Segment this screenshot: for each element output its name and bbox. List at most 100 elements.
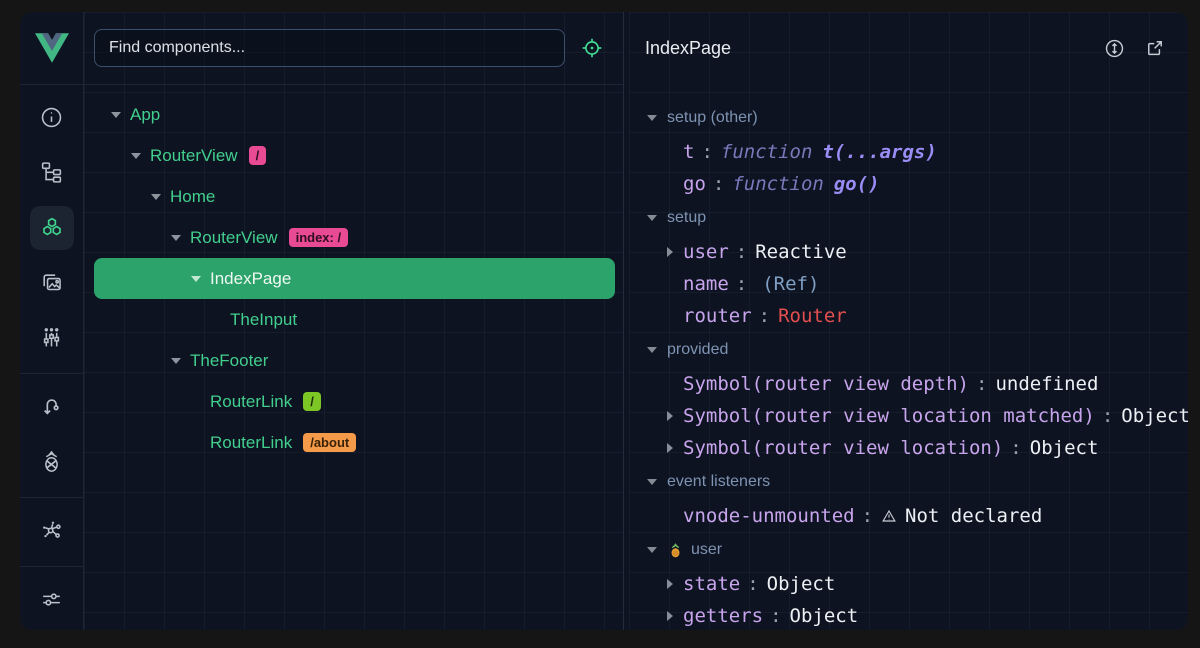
tree-item-routerview-1[interactable]: RouterView/	[94, 135, 615, 176]
tree-item-home-2[interactable]: Home	[94, 176, 615, 217]
component-tree-pane: AppRouterView/Home RouterView index: / Inde…	[84, 12, 624, 630]
tree-item-theinput-5[interactable]: TheInput	[94, 299, 615, 340]
section-header-1[interactable]: setup	[629, 200, 1188, 236]
expand-toggle-icon[interactable]	[131, 153, 141, 159]
rail-groups	[20, 85, 83, 630]
key-value-separator: :	[736, 273, 747, 295]
key-value-separator: :	[736, 241, 747, 263]
section-header-2[interactable]: provided	[629, 332, 1188, 368]
section-header-3[interactable]: event listeners	[629, 464, 1188, 500]
tree-item-label: Home	[170, 187, 215, 207]
rail-group-0	[20, 85, 83, 374]
function-signature: go()	[834, 173, 880, 195]
expand-toggle-icon[interactable]	[171, 235, 181, 241]
sidebar-item-components[interactable]	[20, 200, 83, 255]
field-key: vnode-unmounted	[683, 505, 855, 527]
sidebar-item-settings[interactable]	[20, 572, 83, 627]
expand-arrow-icon[interactable]	[667, 443, 673, 453]
tree-item-app-0[interactable]: App	[94, 94, 615, 135]
pinia-store-icon	[667, 542, 684, 559]
field-key: Symbol(router view location matched)	[683, 405, 1095, 427]
tree-item-routerview-3[interactable]: RouterView index: /	[94, 217, 615, 258]
state-field[interactable]: go:functiongo()	[629, 168, 1188, 200]
vue-logo	[20, 12, 83, 85]
inspector-pane: IndexPage setup (o	[629, 12, 1188, 630]
expand-toggle-icon[interactable]	[111, 112, 121, 118]
rail-group-2	[20, 498, 83, 567]
key-value-separator: :	[701, 141, 712, 163]
field-key: go	[683, 173, 706, 195]
state-field[interactable]: name:(Ref)	[629, 268, 1188, 300]
inspector-title: IndexPage	[645, 38, 1085, 59]
field-value: Router	[778, 305, 847, 327]
router-icon	[30, 385, 74, 429]
section-title: user	[691, 541, 722, 559]
field-value: undefined	[995, 373, 1098, 395]
expand-toggle-icon[interactable]	[171, 358, 181, 364]
section-title: setup (other)	[667, 109, 758, 127]
scroll-to-component-button[interactable]	[1103, 37, 1126, 60]
state-field[interactable]: Symbol(router view location matched):Obj…	[629, 400, 1188, 432]
state-field[interactable]: vnode-unmounted:Not declared	[629, 500, 1188, 532]
key-value-separator: :	[1010, 437, 1021, 459]
expand-arrow-icon[interactable]	[667, 411, 673, 421]
sidebar-item-pages[interactable]	[20, 145, 83, 200]
tree-item-thefooter-6[interactable]: TheFooter	[94, 340, 615, 381]
search-input[interactable]	[94, 29, 565, 67]
tree-item-label: IndexPage	[210, 269, 291, 289]
timeline-icon	[30, 316, 74, 360]
sidebar-item-assets[interactable]	[20, 255, 83, 310]
collapse-toggle-icon	[647, 347, 657, 353]
inspector-body: setup (other) t:functiont(...args)go:func…	[629, 84, 1188, 630]
section-header-4[interactable]: user	[629, 532, 1188, 568]
devtools-window: AppRouterView/Home RouterView index: / Inde…	[20, 12, 1188, 630]
expand-arrow-icon[interactable]	[667, 611, 673, 621]
target-icon	[580, 36, 604, 60]
info-icon	[30, 96, 74, 140]
inspect-element-button[interactable]	[577, 33, 607, 63]
expand-arrow-icon[interactable]	[667, 579, 673, 589]
expand-toggle-icon[interactable]	[191, 276, 201, 282]
state-field[interactable]: user:Reactive	[629, 236, 1188, 268]
hierarchy-icon	[30, 151, 74, 195]
tree-item-routerlink-8[interactable]: RouterLink/about	[94, 422, 615, 463]
expand-arrow-icon[interactable]	[667, 247, 673, 257]
tree-item-label: TheFooter	[190, 351, 268, 371]
route-badge: index: /	[289, 228, 349, 247]
tree-item-label: TheInput	[230, 310, 297, 330]
field-value: Object	[1121, 405, 1188, 427]
sidebar-item-overview[interactable]	[20, 90, 83, 145]
state-field[interactable]: router:Router	[629, 300, 1188, 332]
field-key: name	[683, 273, 729, 295]
state-field[interactable]: getters:Object	[629, 600, 1188, 630]
tree-item-label: RouterLink	[210, 433, 292, 453]
field-key: t	[683, 141, 694, 163]
sidebar-item-pinia[interactable]	[20, 434, 83, 489]
field-key: router	[683, 305, 752, 327]
assets-icon	[30, 261, 74, 305]
state-field[interactable]: Symbol(router view depth):undefined	[629, 368, 1188, 400]
open-in-editor-button[interactable]	[1144, 37, 1166, 59]
field-value: Object	[1030, 437, 1099, 459]
section-title: event listeners	[667, 473, 770, 491]
field-value: Object	[767, 573, 836, 595]
sidebar-item-router[interactable]	[20, 379, 83, 434]
expand-toggle-icon[interactable]	[151, 194, 161, 200]
components-icon	[30, 206, 74, 250]
tree-item-routerlink-7[interactable]: RouterLink/	[94, 381, 615, 422]
state-field[interactable]: state:Object	[629, 568, 1188, 600]
section-header-0[interactable]: setup (other)	[629, 100, 1188, 136]
collapse-toggle-icon	[647, 215, 657, 221]
field-key: user	[683, 241, 729, 263]
rail-group-1	[20, 374, 83, 498]
key-value-separator: :	[747, 573, 758, 595]
state-field[interactable]: t:functiont(...args)	[629, 136, 1188, 168]
rail-group-3	[20, 567, 83, 630]
route-badge: /	[303, 392, 321, 411]
tree-item-indexpage-4[interactable]: IndexPage	[94, 258, 615, 299]
pinia-icon	[30, 440, 74, 484]
tree-item-label: RouterView	[190, 228, 278, 248]
sidebar-item-graph[interactable]	[20, 503, 83, 558]
state-field[interactable]: Symbol(router view location):Object	[629, 432, 1188, 464]
sidebar-item-timeline[interactable]	[20, 310, 83, 365]
